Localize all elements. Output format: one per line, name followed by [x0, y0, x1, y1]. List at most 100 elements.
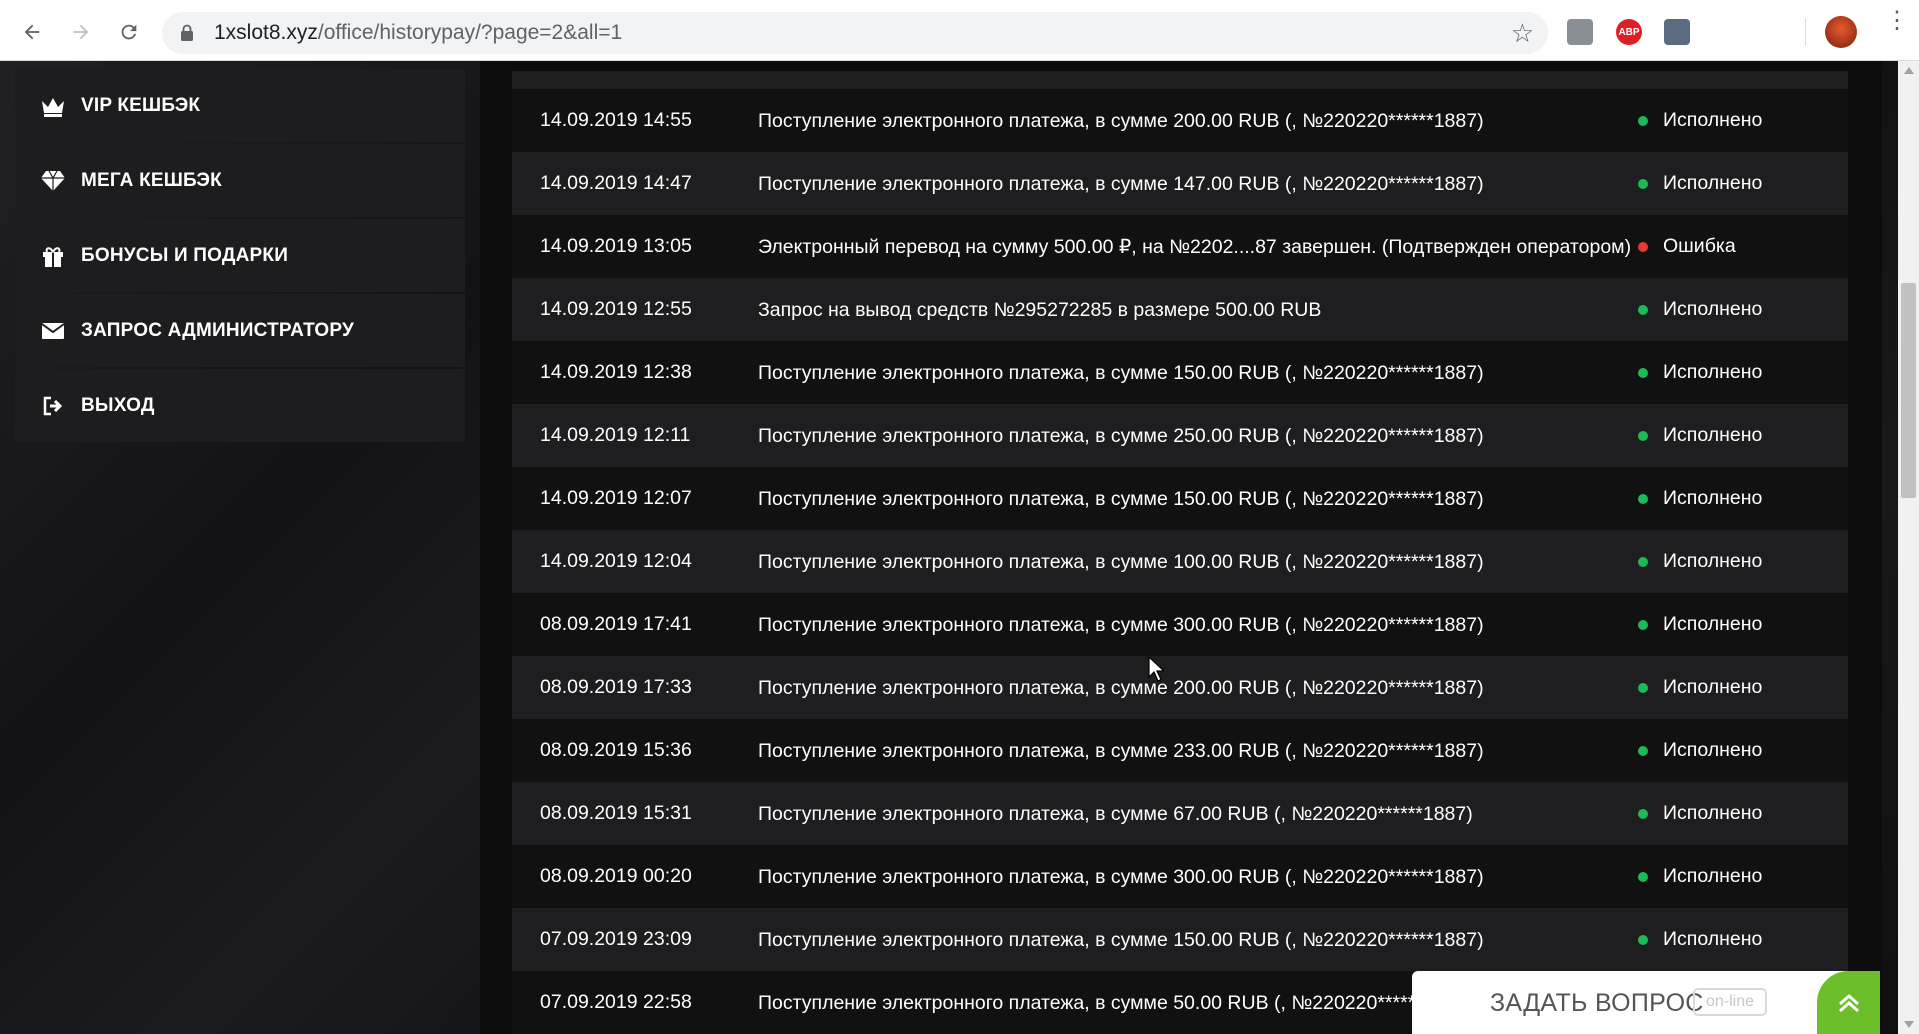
row-date: 14.09.2019 12:04: [540, 550, 692, 572]
envelope-icon: [39, 317, 67, 345]
status-dot-icon: [1638, 682, 1648, 693]
table-row: 14.09.2019 12:55 Запрос на вывод средств …: [512, 278, 1848, 341]
reload-icon[interactable]: [111, 14, 147, 50]
payment-history-table: 14.09.2019 14:55 Поступление электронного…: [512, 71, 1848, 1034]
sidebar-item-logout[interactable]: ВЫХОД: [15, 369, 465, 442]
adblock-icon[interactable]: ABP: [1616, 19, 1642, 45]
table-row: 08.09.2019 17:41 Поступление электронного…: [512, 593, 1848, 656]
crown-icon: [39, 92, 67, 120]
row-status: Исполнено: [1638, 802, 1848, 825]
row-description: Поступление электронного платежа, в сумм…: [758, 424, 1484, 447]
status-label: Исполнено: [1663, 424, 1763, 446]
toolbar-divider: [1805, 18, 1806, 46]
status-dot-icon: [1638, 241, 1648, 252]
extension-puzzle-icon[interactable]: [1664, 19, 1690, 45]
profile-avatar[interactable]: [1825, 16, 1857, 48]
status-dot-icon: [1638, 430, 1648, 441]
page-scrollbar[interactable]: [1898, 61, 1919, 1034]
status-label: Исполнено: [1663, 361, 1763, 383]
bookmark-star-icon[interactable]: ☆: [1511, 18, 1534, 49]
history-panel: 14.09.2019 14:55 Поступление электронного…: [480, 61, 1882, 1034]
row-description: Поступление электронного платежа, в сумм…: [758, 487, 1484, 510]
row-status: Исполнено: [1638, 928, 1848, 951]
row-status: Исполнено: [1638, 424, 1848, 447]
row-status: Исполнено: [1638, 613, 1848, 636]
status-dot-icon: [1638, 178, 1648, 189]
row-status: Исполнено: [1638, 865, 1848, 888]
forward-icon[interactable]: [63, 14, 99, 50]
sidebar-item-label: БОНУСЫ И ПОДАРКИ: [81, 244, 289, 266]
row-status: Исполнено: [1638, 739, 1848, 762]
status-dot-icon: [1638, 493, 1648, 504]
table-row: 14.09.2019 14:47 Поступление электронного…: [512, 152, 1848, 215]
sidebar-item-vip-cashback[interactable]: VIP КЕШБЭК: [15, 69, 465, 142]
row-description: Поступление электронного платежа, в сумм…: [758, 613, 1484, 636]
row-description: Поступление электронного платежа, в сумм…: [758, 865, 1484, 888]
chat-widget[interactable]: ЗАДАТЬ ВОПРОС on-line: [1412, 971, 1880, 1034]
row-date: 08.09.2019 15:31: [540, 802, 692, 824]
page-content: VIP КЕШБЭК МЕГА КЕШБЭК БОНУСЫ И ПОДАРКИ …: [0, 61, 1898, 1034]
status-dot-icon: [1638, 871, 1648, 882]
row-status: Исполнено: [1638, 487, 1848, 510]
row-description: Поступление электронного платежа, в сумм…: [758, 172, 1484, 195]
table-row: 14.09.2019 13:05 Электронный перевод на с…: [512, 215, 1848, 278]
status-dot-icon: [1638, 556, 1648, 567]
diamond-icon: [39, 167, 67, 195]
status-label: Исполнено: [1663, 865, 1763, 887]
table-row: 14.09.2019 12:11 Поступление электронного…: [512, 404, 1848, 467]
status-label: Ошибка: [1663, 235, 1736, 257]
sidebar-item-mega-cashback[interactable]: МЕГА КЕШБЭК: [15, 144, 465, 217]
table-row: 08.09.2019 00:20 Поступление электронного…: [512, 845, 1848, 908]
row-description: Поступление электронного платежа, в сумм…: [758, 802, 1473, 825]
extension-profile-icon[interactable]: [1567, 19, 1593, 45]
ask-question-label[interactable]: ЗАДАТЬ ВОПРОС: [1490, 989, 1704, 1018]
row-date: 08.09.2019 17:33: [540, 676, 692, 698]
status-dot-icon: [1638, 619, 1648, 630]
row-status: Ошибка: [1638, 235, 1848, 258]
table-row-partial: [512, 71, 1848, 89]
row-description: Поступление электронного платежа, в сумм…: [758, 676, 1484, 699]
row-date: 08.09.2019 15:36: [540, 739, 692, 761]
browser-menu-icon[interactable]: ⋮: [1885, 9, 1909, 46]
status-dot-icon: [1638, 367, 1648, 378]
scroll-down-arrow-icon[interactable]: [1904, 1021, 1914, 1028]
status-dot-icon: [1638, 304, 1648, 315]
scroll-up-arrow-icon[interactable]: [1904, 67, 1914, 74]
row-status: Исполнено: [1638, 172, 1848, 195]
mouse-cursor-icon: [1148, 656, 1164, 682]
table-row: 14.09.2019 12:07 Поступление электронного…: [512, 467, 1848, 530]
lock-icon: [181, 24, 193, 41]
status-label: Исполнено: [1663, 739, 1763, 761]
sidebar-item-bonuses[interactable]: БОНУСЫ И ПОДАРКИ: [15, 219, 465, 292]
row-date: 07.09.2019 22:58: [540, 991, 692, 1013]
status-dot-icon: [1638, 745, 1648, 756]
row-date: 14.09.2019 14:55: [540, 109, 692, 131]
gift-icon: [39, 242, 67, 270]
row-description: Поступление электронного платежа, в сумм…: [758, 109, 1484, 132]
browser-toolbar: 1xslot8.xyz/office/historypay/?page=2&al…: [0, 0, 1919, 61]
row-description: Поступление электронного платежа, в сумм…: [758, 361, 1484, 384]
status-label: Исполнено: [1663, 109, 1763, 131]
row-date: 07.09.2019 23:09: [540, 928, 692, 950]
row-date: 14.09.2019 12:38: [540, 361, 692, 383]
back-icon[interactable]: [14, 14, 50, 50]
table-row: 08.09.2019 17:33 Поступление электронного…: [512, 656, 1848, 719]
sidebar-menu: VIP КЕШБЭК МЕГА КЕШБЭК БОНУСЫ И ПОДАРКИ …: [15, 69, 465, 444]
status-label: Исполнено: [1663, 487, 1763, 509]
scroll-thumb[interactable]: [1901, 283, 1916, 498]
table-row: 07.09.2019 23:09 Поступление электронного…: [512, 908, 1848, 971]
row-description: Поступление электронного платежа, в сумм…: [758, 739, 1484, 762]
address-bar[interactable]: 1xslot8.xyz/office/historypay/?page=2&al…: [162, 12, 1548, 54]
row-description: Поступление электронного платежа, в сумм…: [758, 928, 1484, 951]
sidebar-item-admin-request[interactable]: ЗАПРОС АДМИНИСТРАТОРУ: [15, 294, 465, 367]
url-text: 1xslot8.xyz/office/historypay/?page=2&al…: [214, 21, 623, 44]
row-date: 14.09.2019 12:07: [540, 487, 692, 509]
row-date: 14.09.2019 14:47: [540, 172, 692, 194]
row-description: Электронный перевод на сумму 500.00 ₽, н…: [758, 235, 1632, 258]
status-label: Исполнено: [1663, 928, 1763, 950]
status-label: Исполнено: [1663, 613, 1763, 635]
scroll-to-top-button[interactable]: [1817, 971, 1880, 1034]
double-chevron-up-icon: [1838, 993, 1859, 1012]
row-status: Исполнено: [1638, 361, 1848, 384]
row-status: Исполнено: [1638, 676, 1848, 699]
